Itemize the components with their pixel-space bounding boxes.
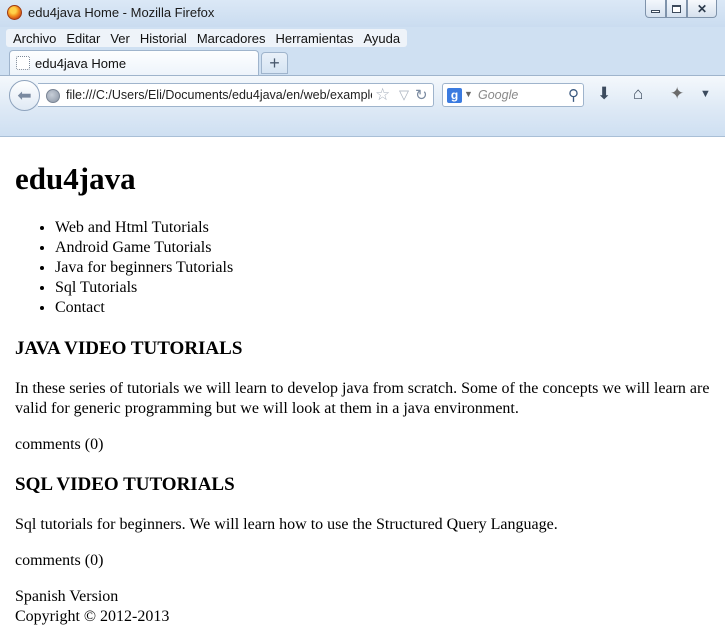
download-icon[interactable]: ⬇	[597, 84, 611, 104]
link-java-beginners-tutorials[interactable]: Java for beginners Tutorials	[55, 258, 233, 278]
window-title: edu4java Home - Mozilla Firefox	[28, 5, 215, 20]
star-icon[interactable]: ☆	[375, 85, 390, 105]
new-tab-button[interactable]: +	[261, 52, 288, 74]
maximize-button[interactable]	[666, 0, 687, 18]
nav-link-list: Web and Html Tutorials Android Game Tuto…	[15, 218, 233, 318]
section-title-java: JAVA VIDEO TUTORIALS	[15, 338, 243, 359]
menu-herramientas[interactable]: Herramientas	[270, 29, 358, 47]
search-bar[interactable]: g ▼ Google ⚲	[442, 83, 584, 107]
copyright-text: Copyright © 2012-2013	[15, 608, 170, 625]
google-engine-icon[interactable]: g	[447, 88, 462, 103]
addon-icon[interactable]: ✦	[670, 84, 684, 104]
spanish-version-link[interactable]: Spanish Version	[15, 587, 715, 607]
menu-archivo[interactable]: Archivo	[8, 29, 61, 47]
menu-ayuda[interactable]: Ayuda	[358, 29, 405, 47]
comments-link-java[interactable]: comments (0)	[15, 435, 715, 455]
link-sql-tutorials[interactable]: Sql Tutorials	[55, 278, 233, 298]
history-dropdown-icon[interactable]: ▽	[399, 87, 409, 103]
url-text[interactable]: file:///C:/Users/Eli/Documents/edu4java/…	[66, 88, 372, 102]
menu-marcadores[interactable]: Marcadores	[192, 29, 271, 47]
title-bar: edu4java Home - Mozilla Firefox ✕	[0, 0, 725, 27]
globe-icon	[46, 89, 60, 103]
menu-ver[interactable]: Ver	[105, 29, 135, 47]
menu-historial[interactable]: Historial	[135, 29, 192, 47]
link-contact[interactable]: Contact	[55, 298, 233, 318]
section-body-java: In these series of tutorials we will lea…	[15, 380, 710, 417]
close-icon: ✕	[696, 1, 708, 16]
back-arrow-icon: ⬅	[17, 85, 32, 105]
page-favicon-icon	[16, 56, 30, 70]
link-web-html-tutorials[interactable]: Web and Html Tutorials	[55, 218, 233, 238]
engine-dropdown-icon[interactable]: ▼	[464, 89, 473, 99]
url-bar[interactable]: file:///C:/Users/Eli/Documents/edu4java/…	[38, 83, 434, 107]
tab-edu4java-home[interactable]: edu4java Home	[9, 50, 259, 75]
magnifier-icon[interactable]: ⚲	[568, 86, 579, 104]
menu-bar: Archivo Editar Ver Historial Marcadores …	[6, 29, 408, 47]
tab-label: edu4java Home	[35, 56, 127, 71]
firefox-logo-icon	[7, 5, 22, 20]
minimize-button[interactable]	[645, 0, 666, 18]
section-title-sql: SQL VIDEO TUTORIALS	[15, 474, 235, 495]
page-content: edu4java Web and Html Tutorials Android …	[0, 136, 725, 641]
window-controls: ✕	[645, 0, 717, 19]
search-input[interactable]: Google	[478, 88, 518, 102]
navigation-toolbar: file:///C:/Users/Eli/Documents/edu4java/…	[0, 75, 725, 135]
page-title: edu4java	[15, 161, 136, 196]
reload-icon[interactable]: ↻	[415, 86, 428, 104]
back-button[interactable]: ⬅	[9, 80, 40, 111]
menu-editar[interactable]: Editar	[61, 29, 105, 47]
section-body-sql: Sql tutorials for beginners. We will lea…	[15, 516, 558, 533]
close-button[interactable]: ✕	[687, 0, 717, 18]
minimize-icon	[651, 9, 660, 13]
comments-link-sql[interactable]: comments (0)	[15, 551, 715, 571]
link-android-game-tutorials[interactable]: Android Game Tutorials	[55, 238, 233, 258]
maximize-icon	[672, 4, 681, 13]
home-icon[interactable]: ⌂	[633, 84, 643, 104]
menu-dropdown-icon[interactable]: ▼	[700, 88, 711, 100]
